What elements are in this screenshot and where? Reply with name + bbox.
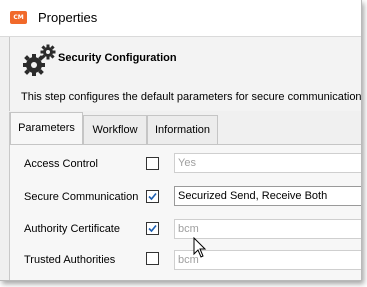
tab-bar: Parameters Workflow Information (9, 112, 361, 144)
checkmark-icon (148, 192, 157, 201)
properties-window: CM Properties Security Configuration Thi… (0, 0, 362, 281)
mouse-cursor-icon (193, 237, 207, 258)
access-control-checkbox[interactable] (146, 157, 159, 170)
authority-certificate-label: Authority Certificate (24, 223, 120, 235)
checkmark-icon (148, 224, 157, 233)
secure-communication-label: Secure Communication (24, 191, 139, 203)
authority-certificate-field[interactable]: bcm (174, 219, 361, 239)
step-header: Security Configuration This step configu… (9, 37, 362, 111)
window-title: Properties (38, 10, 98, 25)
section-description: This step configures the default paramet… (21, 91, 362, 103)
title-bar[interactable]: CM Properties (0, 0, 361, 37)
parameters-panel: Access Control Yes Secure Communication … (9, 144, 361, 280)
gears-icon (23, 44, 56, 76)
section-title: Security Configuration (58, 52, 177, 64)
trusted-authorities-checkbox[interactable] (146, 252, 159, 265)
tab-parameters[interactable]: Parameters (10, 112, 83, 144)
authority-certificate-checkbox[interactable] (146, 222, 159, 235)
tab-information[interactable]: Information (147, 115, 218, 144)
access-control-field[interactable]: Yes (174, 153, 361, 173)
secure-communication-checkbox[interactable] (146, 190, 159, 203)
access-control-label: Access Control (24, 158, 98, 170)
app-logo-icon: CM (10, 11, 27, 24)
trusted-authorities-label: Trusted Authorities (24, 254, 116, 266)
tab-workflow[interactable]: Workflow (83, 115, 147, 144)
secure-communication-field[interactable]: Securized Send, Receive Both (174, 186, 361, 206)
